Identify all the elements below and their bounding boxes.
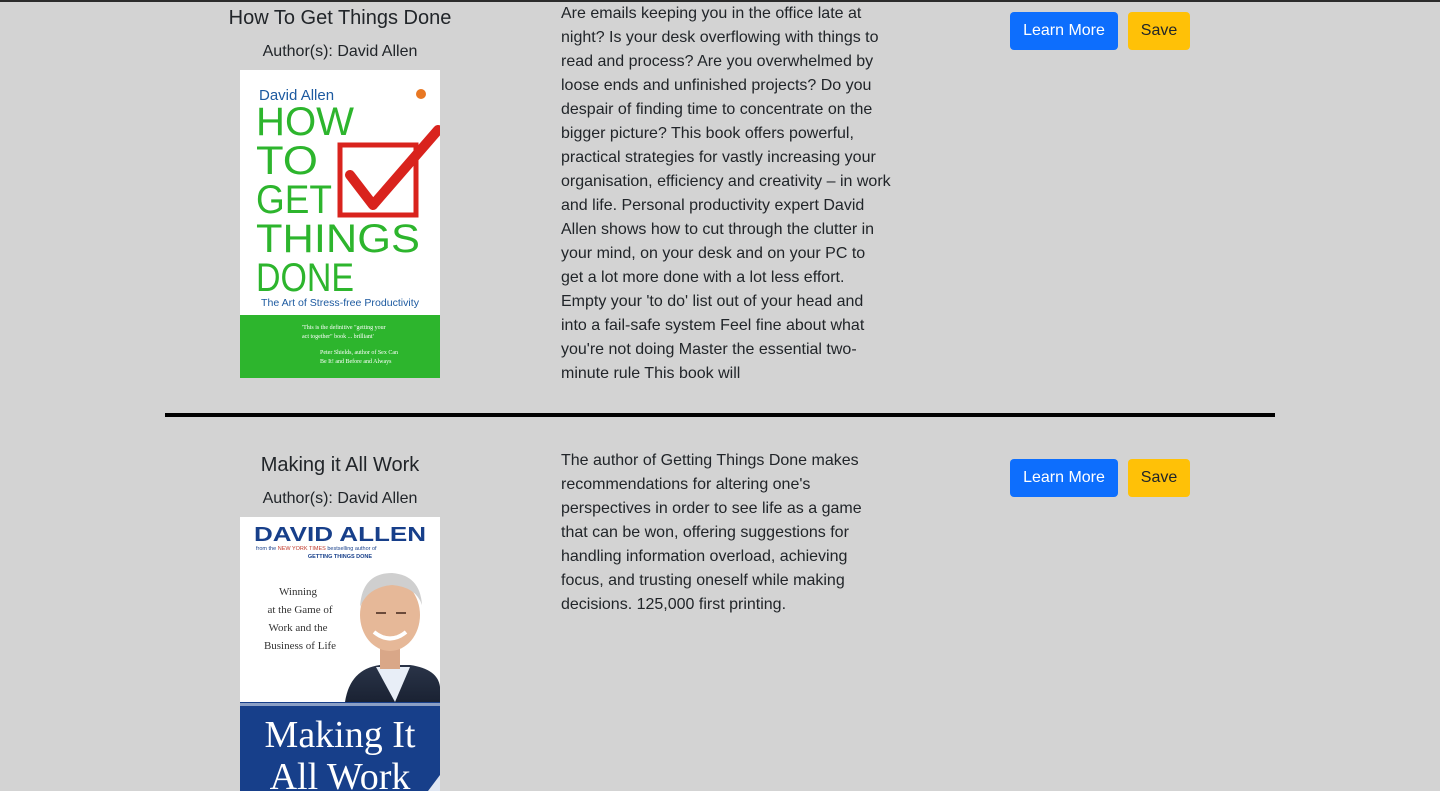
learn-more-button[interactable]: Learn More <box>1010 12 1118 50</box>
cover-quote-attribution: Be It! and Before and Always <box>320 358 392 365</box>
book-description: Are emails keeping you in the office lat… <box>561 5 891 382</box>
save-button[interactable]: Save <box>1128 459 1190 497</box>
cover-title-line: GET <box>256 178 332 222</box>
cover-quote-attribution: Peter Shields, author of Sex Can <box>320 349 398 356</box>
cover-subtitle-line: Winning <box>279 586 318 598</box>
cover-quote: act together" book ... brilliant' <box>302 334 374 340</box>
cover-title-line: THINGS <box>256 217 420 261</box>
cover-subtitle-line: Work and the <box>269 622 328 634</box>
cover-title-line: All Work <box>270 756 411 791</box>
book-title: How To Get Things Done <box>228 7 452 29</box>
cover-tagline: from the NEW YORK TIMES bestselling auth… <box>256 546 377 552</box>
cover-subtitle-line: Business of Life <box>264 640 336 652</box>
cover-title-line: TO <box>256 139 318 183</box>
book-divider <box>165 413 1275 417</box>
cover-title-line: HOW <box>256 100 354 144</box>
book-title: Making it All Work <box>260 454 420 476</box>
book-authors: Author(s): David Allen <box>262 43 418 60</box>
book-authors: Author(s): David Allen <box>262 490 418 507</box>
cover-subtitle-line: at the Game of <box>267 604 332 616</box>
cover-subtitle: The Art of Stress-free Productivity <box>261 298 419 309</box>
cover-tagline-book: GETTING THINGS DONE <box>308 554 373 560</box>
cover-author: DAVID ALLEN <box>254 524 426 546</box>
book-cover-image: DAVID ALLEN from the NEW YORK TIMES best… <box>240 517 440 791</box>
book-cover-image: David Allen HOW TO GET THINGS DONE The A… <box>240 70 440 378</box>
book-description: The author of Getting Things Done makes … <box>561 452 862 613</box>
save-button[interactable]: Save <box>1128 12 1190 50</box>
cover-title-line: DONE <box>256 256 354 300</box>
cover-title-line: Making It <box>265 714 416 756</box>
cover-quote: 'This is the definitive "getting your <box>302 324 386 331</box>
learn-more-button[interactable]: Learn More <box>1010 459 1118 497</box>
